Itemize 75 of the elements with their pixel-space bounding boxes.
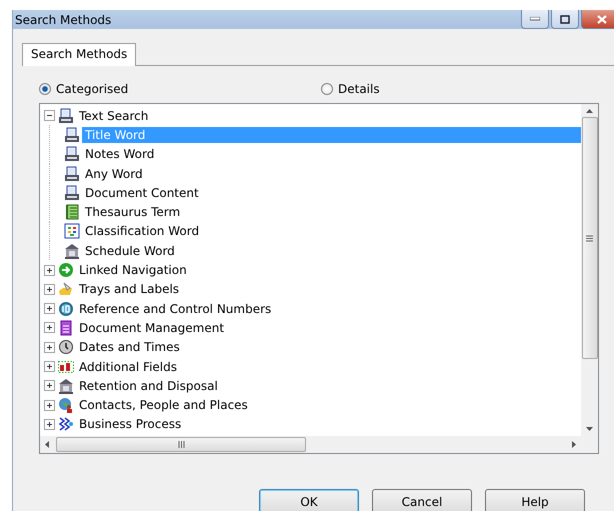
tree-item[interactable]: Classification Word bbox=[82, 223, 202, 240]
globe-people-icon bbox=[58, 397, 74, 414]
tree-item[interactable]: Thesaurus Term bbox=[82, 204, 184, 220]
tree-item[interactable]: Contacts, People and Places bbox=[76, 397, 251, 414]
expander-toggle[interactable] bbox=[44, 322, 55, 334]
expander-toggle[interactable] bbox=[44, 284, 55, 295]
minimize-icon bbox=[530, 17, 540, 21]
grip-icon bbox=[178, 441, 184, 448]
dialog-button[interactable]: Cancel bbox=[372, 489, 472, 511]
tree-item[interactable]: Any Word bbox=[82, 166, 146, 182]
plus-icon bbox=[46, 402, 53, 409]
tree-item[interactable]: Linked Navigation bbox=[76, 262, 190, 278]
tree-item[interactable]: Schedule Word bbox=[82, 242, 178, 259]
tree-item[interactable]: Reference and Control Numbers bbox=[76, 300, 274, 317]
plus-icon bbox=[46, 286, 53, 293]
book-icon bbox=[64, 204, 80, 220]
plus-icon bbox=[46, 344, 53, 351]
tree-item[interactable]: Retention and Disposal bbox=[76, 378, 221, 394]
close-icon bbox=[597, 14, 607, 24]
document-icon bbox=[58, 320, 74, 336]
process-icon bbox=[58, 416, 74, 432]
expander-toggle[interactable] bbox=[44, 418, 55, 430]
document-letters-icon bbox=[64, 166, 80, 182]
tree-item[interactable]: Notes Word bbox=[82, 146, 158, 162]
clock-icon bbox=[58, 339, 74, 356]
plus-icon bbox=[46, 363, 53, 370]
radio-option[interactable]: Details bbox=[321, 82, 441, 96]
tray-icon bbox=[58, 281, 74, 298]
expander-toggle[interactable] bbox=[44, 264, 55, 276]
tree-item[interactable]: Text Search bbox=[76, 108, 152, 124]
maximize-icon bbox=[560, 14, 570, 24]
vertical-scrollbar[interactable] bbox=[581, 104, 598, 436]
document-letters-icon bbox=[64, 126, 80, 143]
close-button[interactable] bbox=[581, 10, 614, 29]
expander-toggle[interactable] bbox=[44, 361, 55, 372]
expander-toggle[interactable] bbox=[44, 303, 55, 314]
scroll-right-icon[interactable] bbox=[570, 441, 577, 448]
tree-item[interactable]: Document Management bbox=[76, 320, 228, 336]
expander-toggle[interactable] bbox=[44, 342, 55, 353]
arrow-circle-icon bbox=[58, 262, 74, 278]
window-title: Search Methods bbox=[15, 12, 112, 26]
tree-item[interactable]: Dates and Times bbox=[76, 339, 183, 356]
grid-icon bbox=[64, 223, 80, 240]
tab[interactable]: Search Methods bbox=[22, 43, 136, 66]
plus-icon bbox=[46, 266, 53, 274]
scrollbar-thumb[interactable] bbox=[56, 437, 306, 452]
document-letters-icon bbox=[64, 146, 80, 162]
document-letters-icon bbox=[64, 184, 80, 201]
document-letters-icon bbox=[58, 108, 74, 124]
grip-icon bbox=[586, 234, 593, 242]
plus-icon bbox=[46, 305, 53, 312]
radio-option[interactable]: Categorised bbox=[39, 82, 321, 96]
expander-toggle[interactable] bbox=[44, 380, 55, 392]
number-circle-icon bbox=[58, 300, 74, 317]
tree-item[interactable]: Additional Fields bbox=[76, 358, 180, 374]
text-field-icon bbox=[58, 358, 74, 374]
plus-icon bbox=[46, 382, 53, 390]
scrollbar-thumb[interactable] bbox=[582, 117, 598, 359]
plus-icon bbox=[46, 420, 53, 428]
scroll-left-icon[interactable] bbox=[44, 441, 51, 448]
scroll-up-icon[interactable] bbox=[586, 107, 593, 114]
scroll-down-icon[interactable] bbox=[586, 426, 593, 433]
tree-item[interactable]: Trays and Labels bbox=[76, 281, 182, 298]
dialog-button[interactable]: Help bbox=[485, 489, 585, 511]
tree-item[interactable]: Business Process bbox=[76, 416, 184, 432]
building-icon bbox=[64, 242, 80, 259]
maximize-button[interactable] bbox=[551, 10, 579, 29]
building-icon bbox=[58, 378, 74, 394]
dialog-button[interactable]: OK bbox=[259, 489, 359, 511]
tree-item[interactable]: Document Content bbox=[82, 184, 202, 201]
horizontal-scrollbar[interactable] bbox=[40, 436, 581, 453]
expander-toggle[interactable] bbox=[44, 110, 55, 122]
plus-icon bbox=[46, 324, 53, 332]
expander-toggle[interactable] bbox=[44, 400, 55, 411]
minimize-button[interactable] bbox=[521, 10, 549, 29]
